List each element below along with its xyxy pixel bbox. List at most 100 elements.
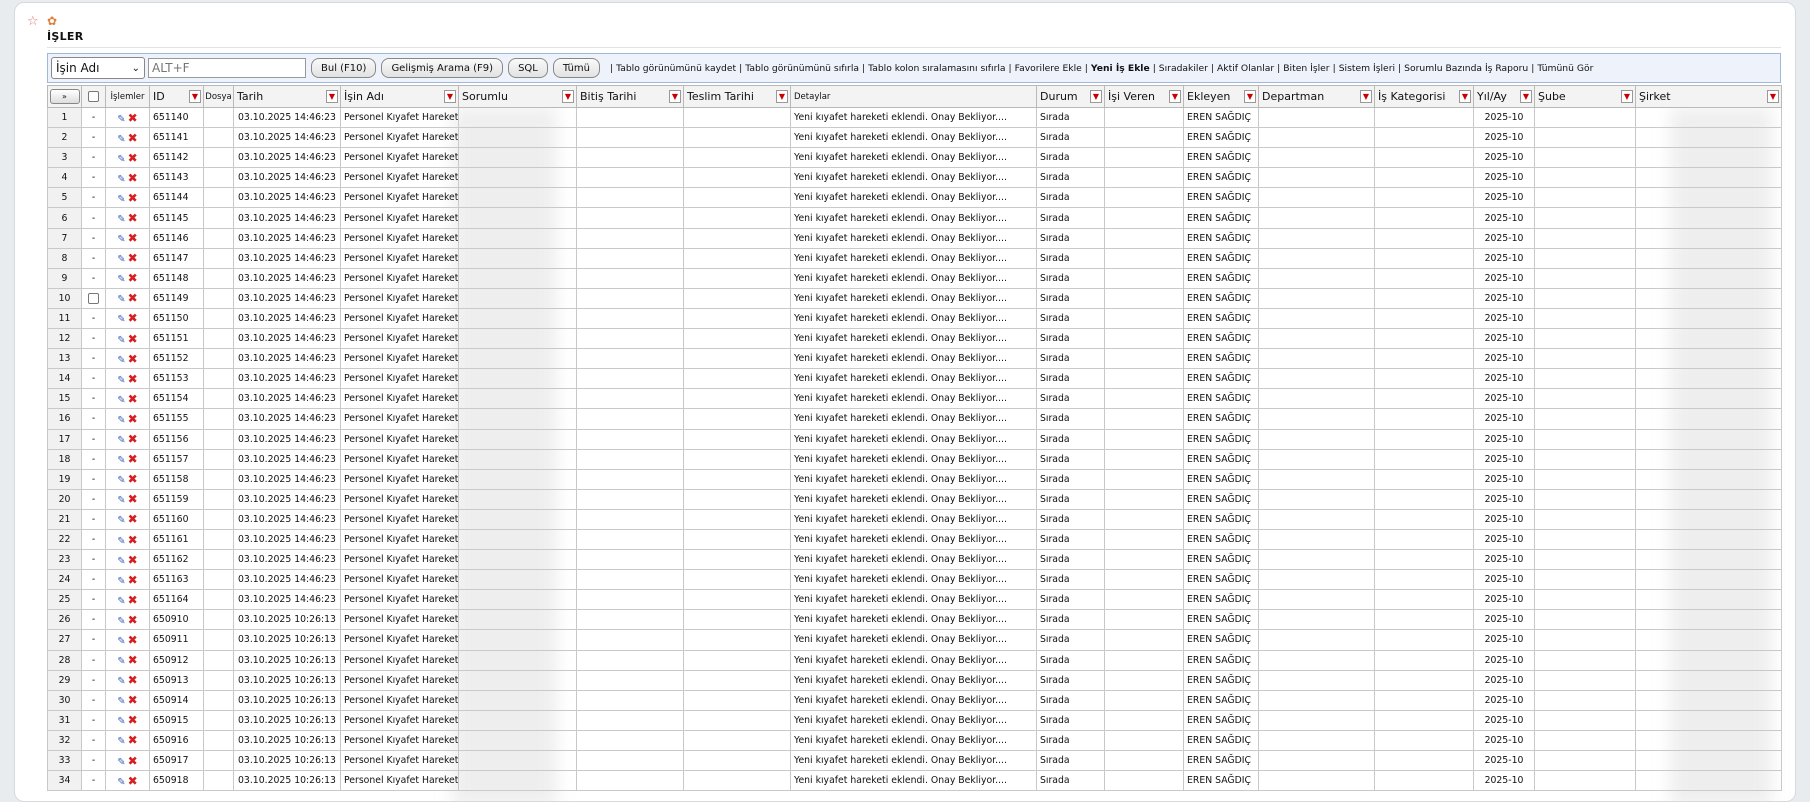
cell-id[interactable]: 650914 xyxy=(149,689,204,711)
edit-icon[interactable]: ✎ xyxy=(117,616,125,627)
toolbar-link[interactable]: Tablo görünümünü kaydet xyxy=(616,63,736,74)
delete-icon[interactable]: ✖ xyxy=(128,392,138,406)
filter-dropdown-icon[interactable]: ▼ xyxy=(1459,90,1471,103)
cell-id[interactable]: 650913 xyxy=(149,669,204,691)
edit-icon[interactable]: ✎ xyxy=(117,174,125,185)
cell-id[interactable]: 650918 xyxy=(149,770,204,792)
table-row[interactable]: 24- ✎ ✖ 651163 03.10.2025 14:46:23 Personel K… xyxy=(47,569,1782,591)
delete-icon[interactable]: ✖ xyxy=(128,231,138,245)
settings-gear-icon[interactable]: ✿ xyxy=(47,15,57,27)
header-teslim[interactable]: Teslim Tarihi ▼ xyxy=(683,85,791,108)
delete-icon[interactable]: ✖ xyxy=(128,452,138,466)
table-row[interactable]: 11- ✎ ✖ 651150 03.10.2025 14:46:23 Personel K… xyxy=(47,307,1782,330)
cell-id[interactable]: 650915 xyxy=(149,709,204,731)
row-checkbox[interactable] xyxy=(88,292,99,304)
table-row[interactable]: 1- ✎ ✖ 651140 03.10.2025 14:46:23 Personel Kı… xyxy=(47,106,1782,129)
table-row[interactable]: 3- ✎ ✖ 651142 03.10.2025 14:46:23 Personel Kı… xyxy=(47,147,1782,169)
edit-icon[interactable]: ✎ xyxy=(117,576,125,587)
edit-icon[interactable]: ✎ xyxy=(117,757,125,768)
filter-dropdown-icon[interactable]: ▼ xyxy=(444,90,456,103)
edit-icon[interactable]: ✎ xyxy=(117,475,125,486)
cell-id[interactable]: 651153 xyxy=(149,368,204,390)
toolbar-link[interactable]: Favorilere Ekle xyxy=(1015,63,1082,74)
favorite-star-icon[interactable]: ☆ xyxy=(27,15,39,28)
search-input[interactable] xyxy=(148,58,306,78)
header-sirket[interactable]: Şirket ▼ xyxy=(1635,85,1782,108)
edit-icon[interactable]: ✎ xyxy=(117,154,125,165)
edit-icon[interactable]: ✎ xyxy=(117,777,125,788)
edit-icon[interactable]: ✎ xyxy=(117,254,125,265)
search-field-select[interactable]: İşin Adı ⌄ xyxy=(51,57,145,79)
table-row[interactable]: 23- ✎ ✖ 651162 03.10.2025 14:46:23 Personel K… xyxy=(47,549,1782,571)
header-sorumlu[interactable]: Sorumlu ▼ xyxy=(458,85,577,108)
header-isin-adi[interactable]: İşin Adı ▼ xyxy=(340,85,459,108)
edit-icon[interactable]: ✎ xyxy=(117,676,125,687)
find-button[interactable]: Bul (F10) xyxy=(311,58,377,78)
delete-icon[interactable]: ✖ xyxy=(128,191,138,205)
table-row[interactable]: 10 ✎ ✖ 651149 03.10.2025 14:46:23 Personel Kı… xyxy=(47,287,1782,309)
delete-icon[interactable]: ✖ xyxy=(128,754,138,768)
advanced-search-button[interactable]: Gelişmiş Arama (F9) xyxy=(381,58,504,78)
toolbar-link[interactable]: Tablo kolon sıralamasını sıfırla xyxy=(868,63,1005,74)
cell-id[interactable]: 651159 xyxy=(149,488,204,510)
table-row[interactable]: 4- ✎ ✖ 651143 03.10.2025 14:46:23 Personel Kı… xyxy=(47,167,1782,189)
edit-icon[interactable]: ✎ xyxy=(117,495,125,506)
toolbar-link[interactable]: Sorumlu Bazında İş Raporu xyxy=(1404,63,1528,74)
delete-icon[interactable]: ✖ xyxy=(128,352,138,366)
delete-icon[interactable]: ✖ xyxy=(128,633,138,647)
cell-id[interactable]: 651142 xyxy=(149,147,204,169)
filter-dropdown-icon[interactable]: ▼ xyxy=(189,90,201,103)
delete-icon[interactable]: ✖ xyxy=(128,291,138,305)
edit-icon[interactable]: ✎ xyxy=(117,716,125,727)
edit-icon[interactable]: ✎ xyxy=(117,355,125,366)
edit-icon[interactable]: ✎ xyxy=(117,556,125,567)
delete-icon[interactable]: ✖ xyxy=(128,774,138,788)
edit-icon[interactable]: ✎ xyxy=(117,375,125,386)
table-row[interactable]: 34- ✎ ✖ 650918 03.10.2025 10:26:13 Personel K… xyxy=(47,770,1782,792)
cell-id[interactable]: 651140 xyxy=(149,106,204,129)
toolbar-link[interactable]: Tümünü Gör xyxy=(1537,63,1593,74)
table-row[interactable]: 17- ✎ ✖ 651156 03.10.2025 14:46:23 Personel K… xyxy=(47,428,1782,450)
delete-icon[interactable]: ✖ xyxy=(128,432,138,446)
delete-icon[interactable]: ✖ xyxy=(128,533,138,547)
filter-dropdown-icon[interactable]: ▼ xyxy=(1520,90,1532,103)
delete-icon[interactable]: ✖ xyxy=(128,673,138,687)
header-durum[interactable]: Durum ▼ xyxy=(1036,85,1105,108)
delete-icon[interactable]: ✖ xyxy=(128,472,138,486)
filter-dropdown-icon[interactable]: ▼ xyxy=(1244,90,1256,103)
header-tarih[interactable]: Tarih ▼ xyxy=(233,85,341,108)
table-row[interactable]: 28- ✎ ✖ 650912 03.10.2025 10:26:13 Personel K… xyxy=(47,649,1782,671)
filter-dropdown-icon[interactable]: ▼ xyxy=(1767,90,1779,103)
edit-icon[interactable]: ✎ xyxy=(117,194,125,205)
cell-id[interactable]: 651154 xyxy=(149,388,204,410)
toolbar-link[interactable]: Sıradakiler xyxy=(1159,63,1208,74)
header-kategori[interactable]: İş Kategorisi ▼ xyxy=(1374,85,1474,108)
toolbar-link[interactable]: Sistem İşleri xyxy=(1339,63,1395,74)
sql-button[interactable]: SQL xyxy=(508,58,548,78)
edit-icon[interactable]: ✎ xyxy=(117,294,125,305)
table-row[interactable]: 32- ✎ ✖ 650916 03.10.2025 10:26:13 Personel K… xyxy=(47,729,1782,752)
cell-id[interactable]: 651144 xyxy=(149,187,204,209)
edit-icon[interactable]: ✎ xyxy=(117,314,125,325)
edit-icon[interactable]: ✎ xyxy=(117,435,125,446)
cell-id[interactable]: 650912 xyxy=(149,649,204,671)
cell-id[interactable]: 651143 xyxy=(149,167,204,189)
delete-icon[interactable]: ✖ xyxy=(128,332,138,346)
delete-icon[interactable]: ✖ xyxy=(128,171,138,185)
toolbar-link[interactable]: Biten İşler xyxy=(1283,63,1329,74)
table-row[interactable]: 20- ✎ ✖ 651159 03.10.2025 14:46:23 Personel K… xyxy=(47,488,1782,510)
table-row[interactable]: 2- ✎ ✖ 651141 03.10.2025 14:46:23 Personel Kı… xyxy=(47,127,1782,149)
header-ekleyen[interactable]: Ekleyen ▼ xyxy=(1183,85,1259,108)
delete-icon[interactable]: ✖ xyxy=(128,593,138,607)
table-row[interactable]: 8- ✎ ✖ 651147 03.10.2025 14:46:23 Personel Kı… xyxy=(47,247,1782,269)
header-isi-veren[interactable]: İşi Veren ▼ xyxy=(1104,85,1184,108)
header-yil-ay[interactable]: Yıl/Ay ▼ xyxy=(1473,85,1535,108)
table-row[interactable]: 27- ✎ ✖ 650911 03.10.2025 10:26:13 Personel K… xyxy=(47,629,1782,651)
cell-id[interactable]: 651158 xyxy=(149,468,204,490)
edit-icon[interactable]: ✎ xyxy=(117,455,125,466)
cell-id[interactable]: 650910 xyxy=(149,609,204,631)
cell-id[interactable]: 651162 xyxy=(149,549,204,571)
table-row[interactable]: 18- ✎ ✖ 651157 03.10.2025 14:46:23 Personel K… xyxy=(47,448,1782,470)
edit-icon[interactable]: ✎ xyxy=(117,114,125,125)
table-row[interactable]: 19- ✎ ✖ 651158 03.10.2025 14:46:23 Personel K… xyxy=(47,468,1782,490)
